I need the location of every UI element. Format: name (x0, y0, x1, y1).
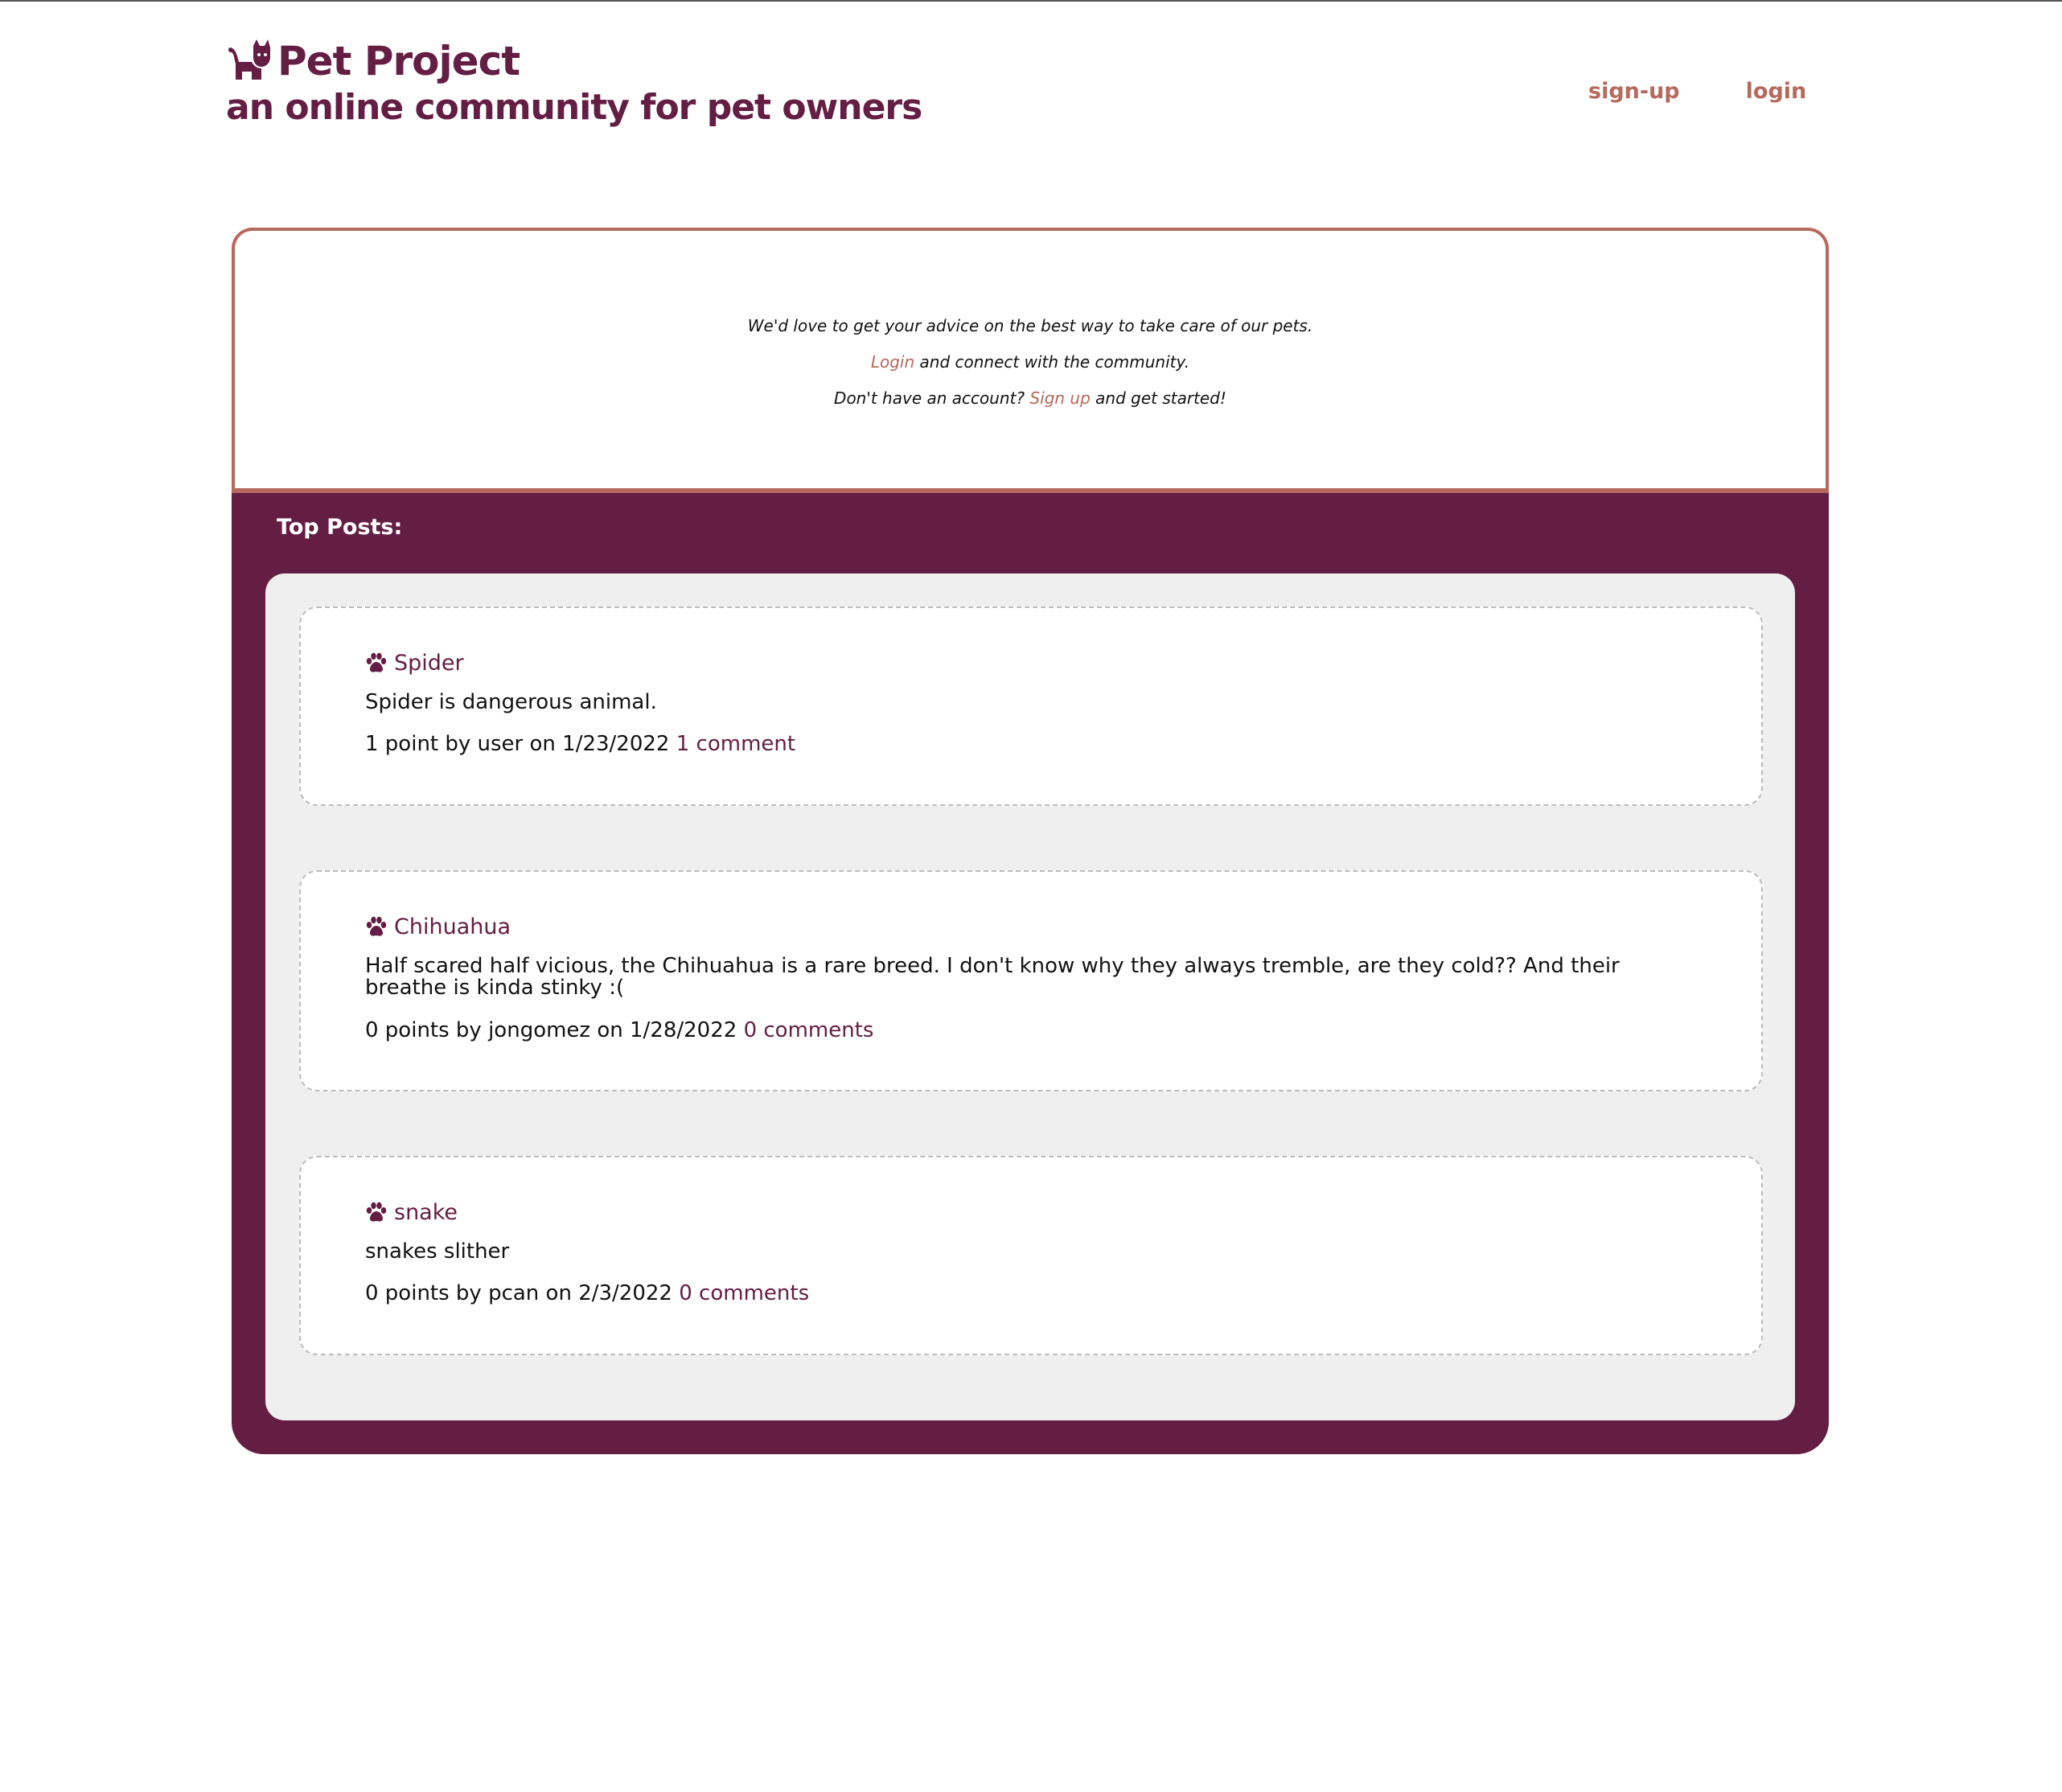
welcome-signup-suffix: and get started! (1090, 388, 1226, 408)
post-meta-text: 0 points by jongomez on 1/28/2022 (365, 1018, 737, 1042)
welcome-login-text: and connect with the community. (914, 352, 1190, 372)
paw-icon (366, 1202, 387, 1222)
post-title-link[interactable]: Chihuahua (394, 914, 511, 939)
post-comments-link[interactable]: 0 comments (744, 1018, 874, 1042)
cat-icon (228, 39, 270, 80)
paw-icon (366, 652, 387, 672)
welcome-signup-line: Don't have an account? Sign up and get s… (235, 387, 1826, 409)
site-title: Pet Project (277, 38, 520, 84)
post-meta: 1 point by user on 1/23/2022 1 comment (365, 730, 795, 758)
welcome-login-link[interactable]: Login (871, 352, 914, 372)
site-title-row: Pet Project (226, 37, 922, 85)
post-comments-link[interactable]: 0 comments (679, 1281, 809, 1305)
post-card: Chihuahua Half scared half vicious, the … (299, 870, 1763, 1091)
post-title-row: Chihuahua (365, 912, 511, 941)
welcome-signup-prefix: Don't have an account? (834, 388, 1030, 408)
top-nav: sign-up login (1588, 76, 1806, 108)
post-body: Spider is dangerous animal. (365, 690, 657, 714)
welcome-message: We'd love to get your advice on the best… (747, 316, 1313, 335)
post-title-row: snake (365, 1198, 458, 1227)
post-title-link[interactable]: snake (394, 1200, 458, 1225)
post-meta: 0 points by pcan on 2/3/2022 0 comments (365, 1280, 809, 1307)
site-header: Pet Project an online community for pet … (226, 37, 922, 130)
post-title-row: Spider (365, 648, 464, 677)
post-meta: 0 points by jongomez on 1/28/2022 0 comm… (365, 1017, 873, 1044)
post-card: snake snakes slither 0 points by pcan on… (299, 1156, 1763, 1355)
post-card: Spider Spider is dangerous animal. 1 poi… (299, 606, 1763, 806)
welcome-signup-link[interactable]: Sign up (1029, 388, 1090, 408)
post-meta-text: 0 points by pcan on 2/3/2022 (365, 1281, 672, 1305)
signup-link[interactable]: sign-up (1588, 76, 1680, 108)
post-comments-link[interactable]: 1 comment (676, 732, 795, 756)
welcome-box: We'd love to get your advice on the best… (232, 228, 1829, 493)
top-posts-heading: Top Posts: (277, 515, 403, 540)
post-title-link[interactable]: Spider (394, 651, 464, 676)
welcome-login-line: Login and connect with the community. (235, 351, 1826, 373)
site-tagline: an online community for pet owners (226, 87, 922, 128)
post-body: Half scared half vicious, the Chihuahua … (365, 954, 1620, 1000)
login-link[interactable]: login (1746, 76, 1807, 108)
post-body: snakes slither (365, 1239, 510, 1264)
posts-list: Spider Spider is dangerous animal. 1 poi… (265, 573, 1795, 1420)
post-meta-text: 1 point by user on 1/23/2022 (365, 732, 670, 756)
top-posts-panel: Top Posts: Spider Spider is dangerous an… (232, 493, 1829, 1454)
paw-icon (366, 916, 387, 936)
